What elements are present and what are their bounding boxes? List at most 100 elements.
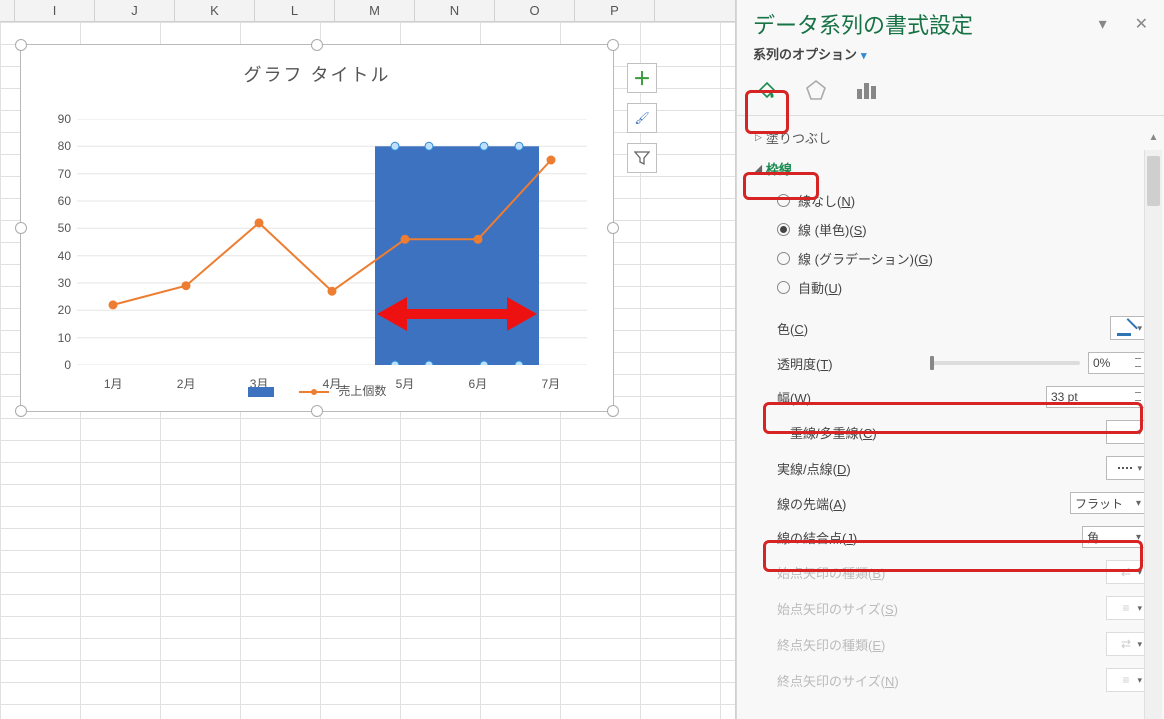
- pane-scrollbar[interactable]: ▲: [1144, 150, 1162, 719]
- begin-arrow-type-picker: ⇄▾: [1106, 560, 1146, 584]
- chevron-down-icon: ▾: [1137, 427, 1142, 438]
- section-fill[interactable]: ▷塗りつぶし: [755, 122, 1146, 153]
- col-header[interactable]: N: [415, 0, 495, 21]
- scroll-up-icon[interactable]: ▲: [1145, 132, 1162, 150]
- color-picker[interactable]: ▾: [1110, 316, 1146, 340]
- tab-series-options[interactable]: [851, 75, 881, 105]
- resize-handle[interactable]: [311, 39, 323, 51]
- dash-icon: [1118, 467, 1134, 469]
- label-compound: 一重線/多重線(C): [755, 423, 877, 442]
- resize-handle[interactable]: [607, 39, 619, 51]
- y-tick: 10: [41, 331, 71, 345]
- selection-marker[interactable]: [515, 361, 523, 365]
- transparency-slider[interactable]: [930, 361, 1080, 365]
- y-tick: 90: [41, 112, 71, 126]
- arrow-size-icon: ≡: [1122, 601, 1129, 615]
- section-border[interactable]: ◢ 枠線: [755, 153, 1146, 184]
- section-label: 塗りつぶし: [766, 128, 831, 147]
- y-tick: 0: [41, 358, 71, 372]
- chevron-down-icon: ▾: [1137, 603, 1142, 614]
- tab-effects[interactable]: [801, 75, 831, 105]
- selection-marker[interactable]: [480, 361, 488, 365]
- selection-marker[interactable]: [425, 361, 433, 365]
- selection-marker[interactable]: [425, 142, 433, 150]
- col-header[interactable]: M: [335, 0, 415, 21]
- radio-no-line[interactable]: 線なし(N): [777, 186, 1146, 215]
- chart-object[interactable]: グラフ タイトル 0 10 20 30 40 50 60 70 80 90: [20, 44, 614, 412]
- corner-cell: [0, 0, 15, 21]
- radio-gradient-line[interactable]: 線 (グラデーション)(G): [777, 244, 1146, 273]
- chart-styles-button[interactable]: 🖌: [627, 103, 657, 133]
- pane-options-dropdown[interactable]: ▾: [1099, 14, 1107, 34]
- line-icon: [1118, 431, 1134, 434]
- scrollbar-thumb[interactable]: [1147, 156, 1160, 206]
- y-tick: 60: [41, 194, 71, 208]
- chevron-down-icon: ▾: [1137, 323, 1142, 334]
- line-marker[interactable]: [547, 156, 555, 164]
- chart-legend[interactable]: 売上個数: [21, 382, 613, 399]
- line-marker[interactable]: [474, 235, 482, 243]
- label-begin-arrow-type: 始点矢印の種類(B): [755, 563, 885, 582]
- y-tick: 30: [41, 276, 71, 290]
- slider-thumb[interactable]: [930, 356, 934, 370]
- y-tick: 40: [41, 249, 71, 263]
- chart-elements-button[interactable]: ＋: [627, 63, 657, 93]
- plus-icon: ＋: [633, 65, 651, 91]
- pane-body: ▷塗りつぶし ◢ 枠線 線なし(N) 線 (単色)(S) 線 (グラデーション)(…: [737, 122, 1164, 719]
- col-header[interactable]: O: [495, 0, 575, 21]
- paint-bucket-icon: [754, 78, 778, 102]
- label-width: 幅(W): [755, 388, 811, 407]
- chevron-down-icon: ▾: [1137, 567, 1142, 578]
- y-axis: 0 10 20 30 40 50 60 70 80 90: [41, 119, 71, 365]
- line-marker[interactable]: [328, 287, 336, 295]
- label-begin-arrow-size: 始点矢印のサイズ(S): [755, 599, 898, 618]
- resize-handle[interactable]: [607, 405, 619, 417]
- radio-icon: [777, 281, 790, 294]
- worksheet-area: I J K L M N O P グラフ タイトル 0 10 20: [0, 0, 736, 719]
- resize-handle[interactable]: [15, 222, 27, 234]
- col-header[interactable]: P: [575, 0, 655, 21]
- dash-type-picker[interactable]: ▾: [1106, 456, 1146, 480]
- radio-solid-line[interactable]: 線 (単色)(S): [777, 215, 1146, 244]
- transparency-input[interactable]: 0%: [1088, 352, 1146, 374]
- col-header[interactable]: K: [175, 0, 255, 21]
- label-join: 線の結合点(J): [755, 528, 857, 547]
- line-marker[interactable]: [401, 235, 409, 243]
- col-header[interactable]: L: [255, 0, 335, 21]
- label-end-arrow-type: 終点矢印の種類(E): [755, 635, 885, 654]
- selection-marker[interactable]: [480, 142, 488, 150]
- close-icon[interactable]: ✕: [1135, 14, 1148, 34]
- width-input[interactable]: 33 pt: [1046, 386, 1146, 408]
- radio-icon: [777, 194, 790, 207]
- join-type-combo[interactable]: 角: [1082, 526, 1146, 548]
- plot-area[interactable]: [77, 119, 587, 365]
- selection-marker[interactable]: [391, 361, 399, 365]
- radio-auto[interactable]: 自動(U): [777, 273, 1146, 302]
- cap-type-combo[interactable]: フラット: [1070, 492, 1146, 514]
- line-marker[interactable]: [255, 219, 263, 227]
- resize-handle[interactable]: [311, 405, 323, 417]
- compound-type-picker[interactable]: ▾: [1106, 420, 1146, 444]
- chevron-down-icon: ▾: [1137, 639, 1142, 650]
- y-tick: 80: [41, 139, 71, 153]
- resize-handle[interactable]: [15, 405, 27, 417]
- resize-handle[interactable]: [15, 39, 27, 51]
- series-options-dropdown[interactable]: 系列のオプション▾: [753, 47, 867, 62]
- resize-handle[interactable]: [607, 222, 619, 234]
- collapse-icon: ◢: [755, 163, 762, 174]
- line-marker[interactable]: [109, 301, 117, 309]
- chart-title[interactable]: グラフ タイトル: [21, 61, 613, 87]
- tab-fill-line[interactable]: [751, 75, 781, 105]
- legend-label: 売上個数: [338, 384, 386, 398]
- selection-marker[interactable]: [391, 142, 399, 150]
- end-arrow-size-picker: ≡▾: [1106, 668, 1146, 692]
- brush-icon: 🖌: [634, 111, 649, 125]
- col-header[interactable]: I: [15, 0, 95, 21]
- section-label: 枠線: [766, 159, 792, 178]
- chart-filters-button[interactable]: [627, 143, 657, 173]
- color-bar: [1117, 333, 1131, 336]
- bar-series[interactable]: [375, 146, 539, 365]
- col-header[interactable]: J: [95, 0, 175, 21]
- line-marker[interactable]: [182, 282, 190, 290]
- selection-marker[interactable]: [515, 142, 523, 150]
